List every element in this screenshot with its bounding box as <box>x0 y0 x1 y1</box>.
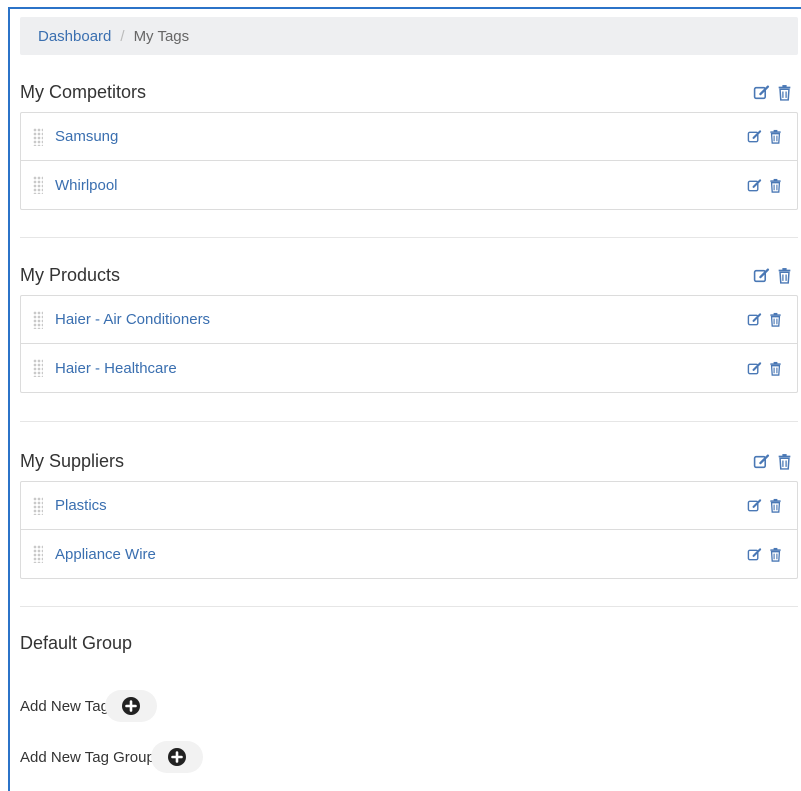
edit-icon[interactable] <box>747 129 762 144</box>
group-title: My Suppliers <box>20 450 125 471</box>
trash-icon[interactable] <box>768 129 783 144</box>
trash-icon[interactable] <box>768 312 783 327</box>
trash-icon[interactable] <box>776 453 793 470</box>
tag-link[interactable]: Samsung <box>55 128 118 145</box>
add-new-tag-button[interactable] <box>104 690 157 722</box>
trash-icon[interactable] <box>768 547 783 562</box>
add-new-tag-group-row: Add New Tag Group <box>20 741 203 773</box>
breadcrumb: Dashboard / My Tags <box>20 17 798 55</box>
plus-circle-icon <box>121 697 140 715</box>
group-header: My Products <box>20 255 798 295</box>
list-item[interactable]: Samsung <box>21 113 797 161</box>
group-title: My Products <box>20 264 121 285</box>
drag-handle-icon[interactable] <box>33 310 43 329</box>
tag-link[interactable]: Plastics <box>55 497 107 514</box>
tag-link[interactable]: Haier - Healthcare <box>55 360 177 377</box>
group-header: My Competitors <box>20 72 798 112</box>
add-new-tag-group-label: Add New Tag Group <box>20 748 155 766</box>
add-new-tag-label: Add New Tag <box>20 697 109 715</box>
list-item[interactable]: Haier - Healthcare <box>21 344 797 392</box>
edit-icon[interactable] <box>753 84 770 101</box>
group-actions <box>753 453 798 470</box>
drag-handle-icon[interactable] <box>33 545 43 563</box>
list-item[interactable]: Appliance Wire <box>21 530 797 578</box>
trash-icon[interactable] <box>768 361 783 376</box>
list-item[interactable]: Plastics <box>21 482 797 530</box>
tag-link[interactable]: Whirlpool <box>55 177 118 194</box>
list-item[interactable]: Whirlpool <box>21 161 797 209</box>
add-new-tag-row: Add New Tag <box>20 690 157 722</box>
edit-icon[interactable] <box>747 547 762 562</box>
trash-icon[interactable] <box>776 267 793 284</box>
edit-icon[interactable] <box>747 498 762 513</box>
drag-handle-icon[interactable] <box>33 176 43 194</box>
trash-icon[interactable] <box>768 498 783 513</box>
list-item[interactable]: Haier - Air Conditioners <box>21 296 797 344</box>
default-group-title: Default Group <box>20 633 133 653</box>
tag-group-competitors: My Competitors Samsung Whirlpool <box>20 72 798 210</box>
edit-icon[interactable] <box>747 312 762 327</box>
drag-handle-icon[interactable] <box>33 127 43 146</box>
breadcrumb-current: My Tags <box>133 27 190 45</box>
group-actions <box>753 267 798 284</box>
group-header: My Suppliers <box>20 441 798 481</box>
tag-list: Haier - Air Conditioners Haier - Healthc… <box>20 295 798 393</box>
tag-list: Samsung Whirlpool <box>20 112 798 210</box>
add-new-tag-group-button[interactable] <box>150 741 203 773</box>
trash-icon[interactable] <box>768 178 783 193</box>
breadcrumb-separator: / <box>120 27 125 45</box>
tag-group-suppliers: My Suppliers Plastics Appliance Wire <box>20 441 798 579</box>
edit-icon[interactable] <box>747 361 762 376</box>
divider <box>20 606 798 607</box>
edit-icon[interactable] <box>753 453 770 470</box>
group-actions <box>753 84 798 101</box>
tag-list: Plastics Appliance Wire <box>20 481 798 579</box>
breadcrumb-dashboard-link[interactable]: Dashboard <box>38 28 111 45</box>
edit-icon[interactable] <box>747 178 762 193</box>
drag-handle-icon[interactable] <box>33 359 43 377</box>
plus-circle-icon <box>167 748 186 766</box>
tag-link[interactable]: Appliance Wire <box>55 546 156 563</box>
divider <box>20 421 798 422</box>
drag-handle-icon[interactable] <box>33 496 43 515</box>
group-title: My Competitors <box>20 81 147 102</box>
edit-icon[interactable] <box>753 267 770 284</box>
tag-group-products: My Products Haier - Air Conditioners Hai… <box>20 255 798 393</box>
divider <box>20 237 798 238</box>
tag-link[interactable]: Haier - Air Conditioners <box>55 311 210 328</box>
trash-icon[interactable] <box>776 84 793 101</box>
